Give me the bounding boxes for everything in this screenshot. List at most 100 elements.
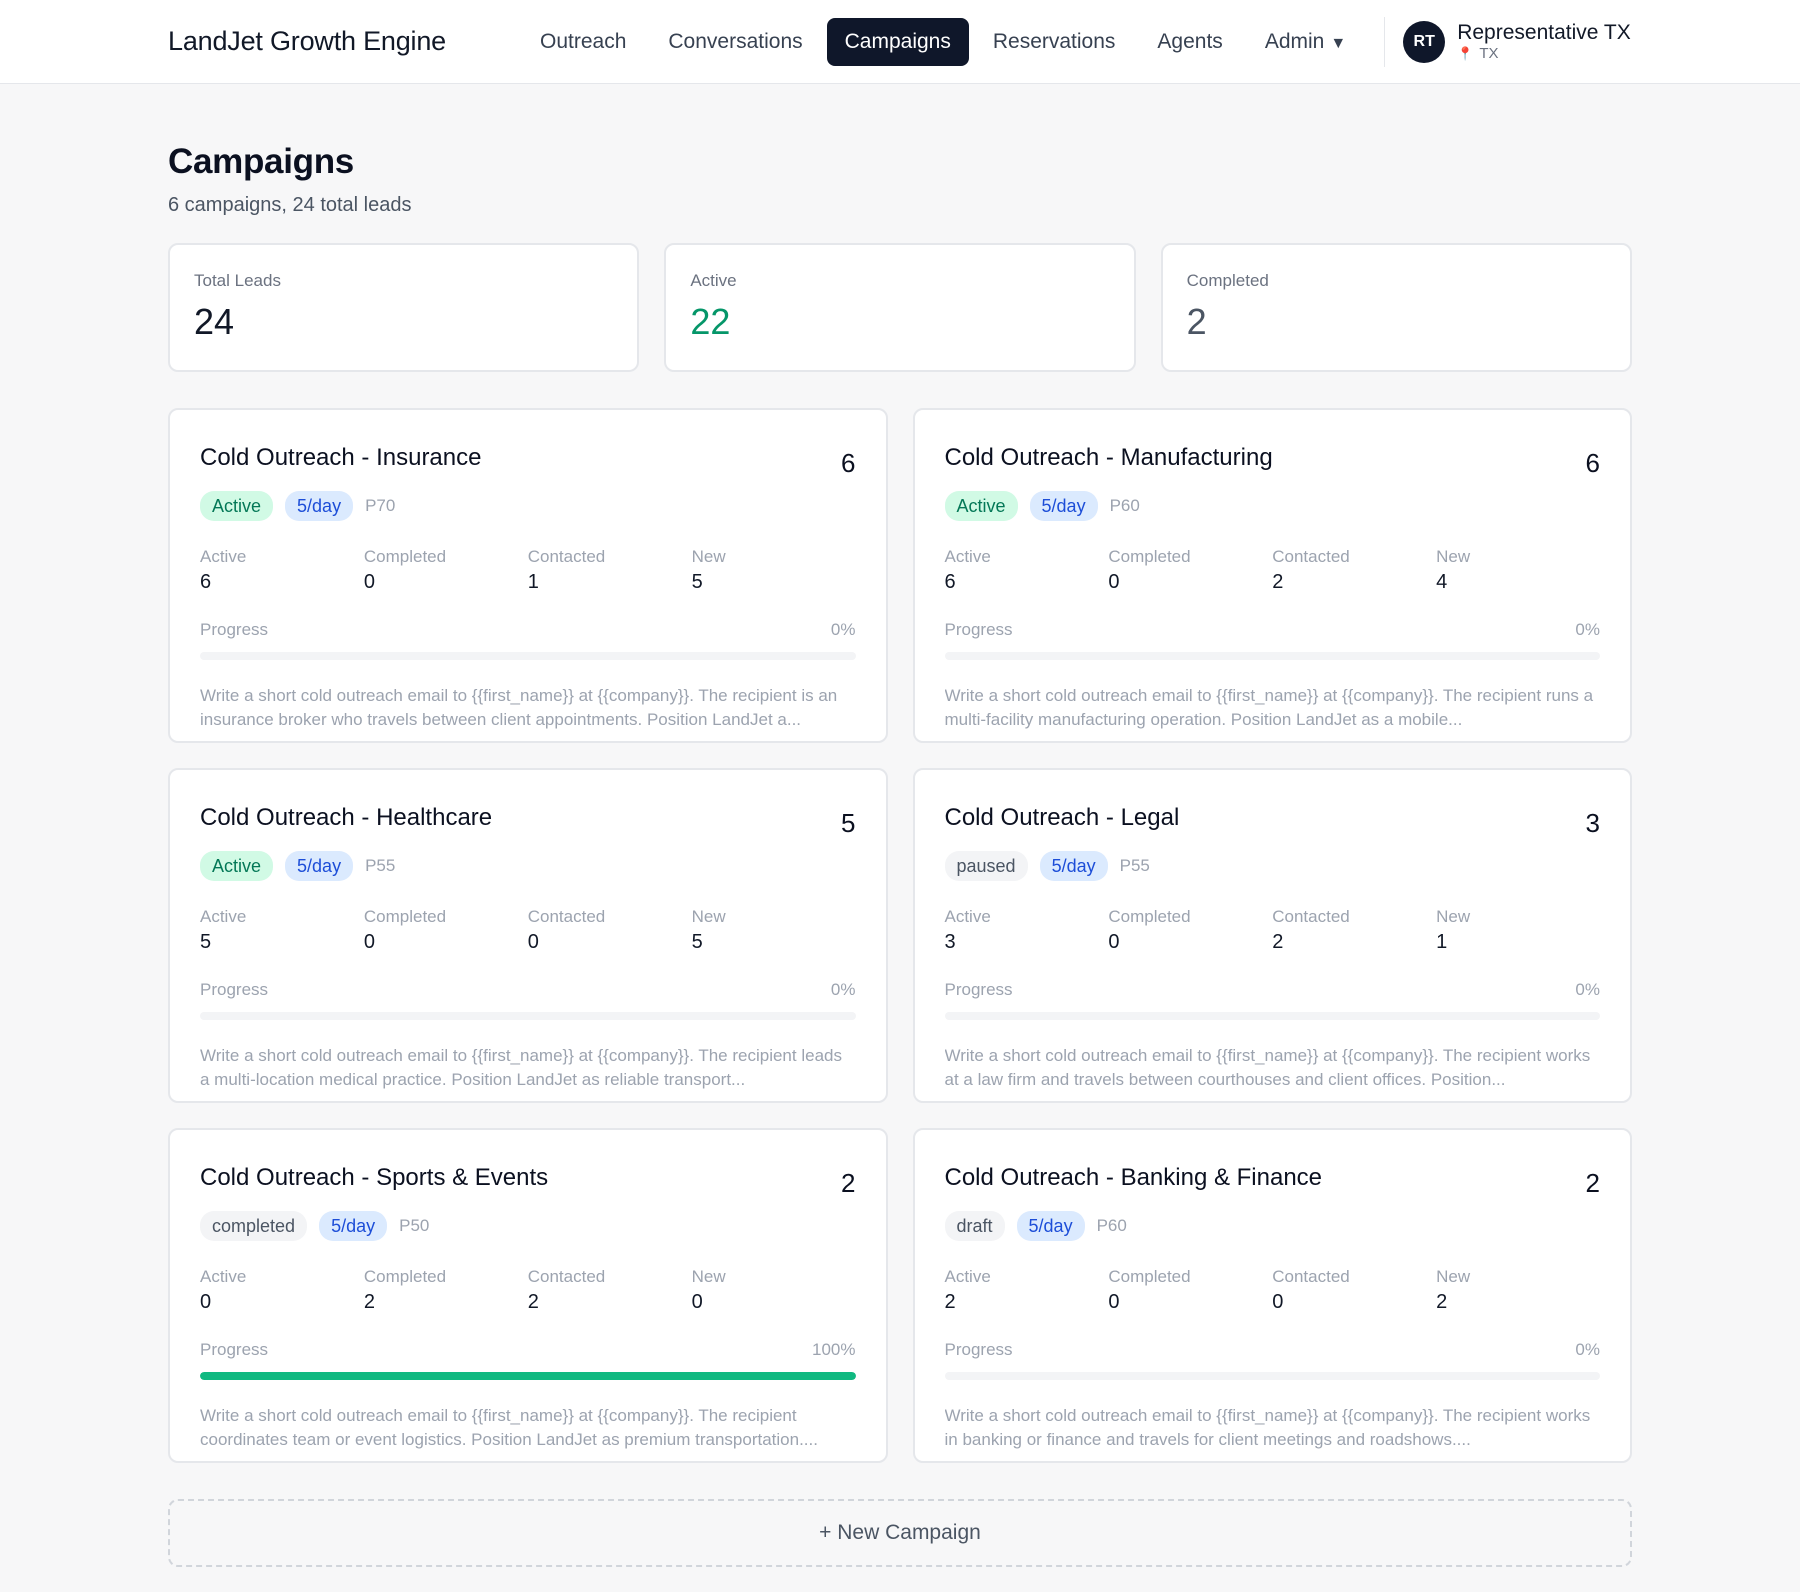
metric-label-completed: Completed: [363, 547, 447, 566]
progress-label: Progress: [944, 620, 1013, 639]
metric-label-active: Active: [200, 907, 247, 926]
progress-label: Progress: [200, 620, 269, 639]
campaign-title[interactable]: Cold Outreach - Legal: [945, 804, 1180, 832]
nav-reservations[interactable]: Reservations: [975, 18, 1134, 66]
progress-bar-fill: [200, 1372, 856, 1380]
metric-label-contacted: Contacted: [1272, 1267, 1350, 1286]
status-badge: Active: [200, 491, 274, 521]
progress-percent: 100%: [812, 1340, 856, 1359]
priority-label: P70: [365, 496, 396, 515]
nav-campaigns[interactable]: Campaigns: [826, 17, 969, 66]
page-subtitle: 6 campaigns, 24 total leads: [168, 194, 412, 216]
metric-value-completed: 0: [1108, 1291, 1120, 1313]
campaign-lead-count: 2: [841, 1168, 856, 1198]
avatar: RT: [1403, 20, 1446, 63]
campaign-title[interactable]: Cold Outreach - Sports & Events: [200, 1164, 548, 1192]
campaign-card[interactable]: Cold Outreach - Legal 3 paused 5/day P55…: [912, 768, 1632, 1103]
new-campaign-button[interactable]: + New Campaign: [168, 1499, 1632, 1567]
campaign-prompt-preview: Write a short cold outreach email to {{f…: [200, 686, 838, 729]
metric-label-completed: Completed: [1108, 907, 1191, 926]
campaign-metrics: Active 2 Completed 0 Contacted 0 New 2: [945, 1267, 1601, 1314]
metric-value-completed: 0: [363, 931, 375, 953]
progress-bar: [944, 1012, 1600, 1020]
campaign-title[interactable]: Cold Outreach - Healthcare: [200, 804, 492, 832]
campaign-title[interactable]: Cold Outreach - Banking & Finance: [945, 1164, 1323, 1192]
priority-label: P55: [1119, 856, 1150, 875]
stats-row: Total Leads 24 Active 22 Completed 2: [168, 243, 1632, 372]
campaign-lead-count: 6: [841, 448, 856, 478]
progress-percent: 0%: [1575, 1340, 1600, 1359]
progress-label: Progress: [944, 1340, 1013, 1359]
user-location-text: TX: [1479, 44, 1499, 62]
progress-percent: 0%: [1575, 980, 1600, 999]
metric-value-completed: 2: [363, 1291, 375, 1313]
metric-value-new: 5: [691, 931, 703, 953]
rate-badge: 5/day: [1016, 1211, 1085, 1241]
campaign-metrics: Active 6 Completed 0 Contacted 1 New 5: [200, 547, 856, 594]
nav-divider: [1384, 16, 1386, 67]
campaign-card[interactable]: Cold Outreach - Banking & Finance 2 draf…: [912, 1128, 1632, 1463]
stat-card-active: Active 22: [664, 243, 1136, 372]
campaign-card[interactable]: Cold Outreach - Insurance 6 Active 5/day…: [168, 408, 888, 743]
nav-outreach[interactable]: Outreach: [522, 18, 644, 66]
metric-value-contacted: 0: [1272, 1291, 1284, 1313]
metric-value-contacted: 2: [1272, 931, 1284, 953]
campaign-card[interactable]: Cold Outreach - Manufacturing 6 Active 5…: [912, 408, 1632, 743]
metric-label-completed: Completed: [1108, 547, 1191, 566]
campaign-lead-count: 5: [841, 808, 856, 838]
progress-label: Progress: [200, 1340, 269, 1359]
status-badge: draft: [944, 1211, 1005, 1241]
progress-percent: 0%: [830, 980, 856, 999]
metric-label-new: New: [691, 1267, 726, 1286]
progress-bar: [200, 1012, 856, 1020]
metric-label-new: New: [1436, 1267, 1471, 1286]
metric-label-completed: Completed: [1108, 1267, 1191, 1286]
progress-bar: [200, 652, 856, 660]
campaign-card[interactable]: Cold Outreach - Sports & Events 2 comple…: [168, 1128, 888, 1463]
stat-value: 2: [1186, 301, 1207, 342]
metric-label-contacted: Contacted: [527, 907, 606, 926]
metric-value-contacted: 1: [527, 571, 539, 593]
main-content: Campaigns 6 campaigns, 24 total leads To…: [0, 142, 1800, 1567]
rate-badge: 5/day: [285, 491, 354, 521]
stat-card-total-leads: Total Leads 24: [168, 243, 640, 372]
campaign-metrics: Active 3 Completed 0 Contacted 2 New 1: [945, 907, 1601, 954]
metric-label-new: New: [1436, 907, 1471, 926]
priority-label: P50: [399, 1216, 430, 1235]
rate-badge: 5/day: [285, 851, 354, 881]
stat-label: Completed: [1186, 271, 1269, 290]
nav-conversations[interactable]: Conversations: [650, 18, 820, 66]
metric-label-new: New: [1436, 547, 1471, 566]
metric-value-completed: 0: [363, 571, 375, 593]
metric-value-active: 6: [944, 571, 956, 593]
campaign-lead-count: 3: [1585, 808, 1600, 838]
metric-value-active: 2: [944, 1291, 956, 1313]
progress-label: Progress: [944, 980, 1013, 999]
metric-label-new: New: [691, 907, 726, 926]
campaign-title[interactable]: Cold Outreach - Manufacturing: [945, 444, 1273, 472]
nav-agents[interactable]: Agents: [1139, 18, 1240, 66]
brand-title[interactable]: LandJet Growth Engine: [168, 26, 522, 57]
metric-value-new: 1: [1436, 931, 1448, 953]
user-menu[interactable]: RT Representative TX 📍 TX: [1403, 20, 1631, 63]
rate-badge: 5/day: [319, 1211, 388, 1241]
campaign-title[interactable]: Cold Outreach - Insurance: [200, 444, 481, 472]
page-title: Campaigns: [168, 142, 354, 181]
stat-card-completed: Completed 2: [1160, 243, 1632, 372]
nav-admin-dropdown[interactable]: Admin ▼: [1247, 18, 1364, 66]
metric-value-completed: 0: [1108, 571, 1120, 593]
metric-value-new: 2: [1436, 1291, 1448, 1313]
stat-value: 22: [690, 301, 731, 342]
campaign-prompt-preview: Write a short cold outreach email to {{f…: [200, 1406, 818, 1449]
metric-value-new: 0: [691, 1291, 703, 1313]
metric-value-contacted: 2: [1272, 571, 1284, 593]
progress-bar: [944, 1372, 1600, 1380]
rate-badge: 5/day: [1029, 491, 1098, 521]
main-nav: Outreach Conversations Campaigns Reserva…: [522, 17, 1364, 66]
campaign-card[interactable]: Cold Outreach - Healthcare 5 Active 5/da…: [168, 768, 888, 1103]
metric-label-contacted: Contacted: [1272, 547, 1350, 566]
stat-value: 24: [194, 301, 235, 342]
campaign-grid: Cold Outreach - Insurance 6 Active 5/day…: [168, 408, 1632, 1463]
status-badge: Active: [944, 491, 1018, 521]
metric-value-active: 3: [944, 931, 956, 953]
